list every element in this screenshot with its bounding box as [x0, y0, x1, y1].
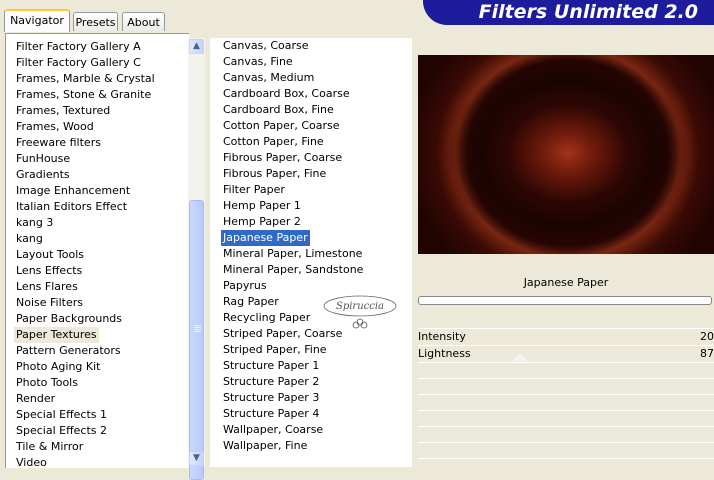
- category-item[interactable]: Gradients: [14, 167, 72, 183]
- param-lightness[interactable]: Lightness 87: [418, 346, 714, 362]
- category-item[interactable]: Special Effects 1: [14, 407, 109, 423]
- category-item[interactable]: Photo Tools: [14, 375, 80, 391]
- filter-item[interactable]: Cardboard Box, Fine: [221, 102, 336, 118]
- filter-item[interactable]: Wallpaper, Fine: [221, 438, 309, 454]
- scrollbar-thumb[interactable]: [189, 200, 204, 480]
- filter-item[interactable]: Papyrus: [221, 278, 269, 294]
- category-item[interactable]: Tile & Mirror: [14, 439, 85, 455]
- filter-item[interactable]: Structure Paper 3: [221, 390, 321, 406]
- progress-bar: [418, 296, 712, 305]
- tab-navigator[interactable]: Navigator: [4, 9, 70, 32]
- filter-item[interactable]: Canvas, Coarse: [221, 38, 311, 54]
- filter-item[interactable]: Fibrous Paper, Coarse: [221, 150, 344, 166]
- filter-item[interactable]: Striped Paper, Fine: [221, 342, 329, 358]
- category-item[interactable]: Image Enhancement: [14, 183, 132, 199]
- category-item[interactable]: Render: [14, 391, 57, 407]
- category-item[interactable]: FunHouse: [14, 151, 72, 167]
- param-label: Intensity: [418, 330, 466, 343]
- watermark-text: Spiruccia: [336, 301, 384, 312]
- category-item[interactable]: Video: [14, 455, 49, 471]
- filter-list[interactable]: Canvas, Coarse Canvas, Fine Canvas, Medium…: [210, 38, 412, 467]
- tab-label: Navigator: [10, 14, 64, 27]
- filter-item[interactable]: Fibrous Paper, Fine: [221, 166, 328, 182]
- category-item[interactable]: Frames, Marble & Crystal: [14, 71, 157, 87]
- category-item[interactable]: Frames, Textured: [14, 103, 112, 119]
- filter-item[interactable]: Cardboard Box, Coarse: [221, 86, 352, 102]
- filter-item[interactable]: Cotton Paper, Fine: [221, 134, 326, 150]
- filter-item[interactable]: Structure Paper 2: [221, 374, 321, 390]
- category-item[interactable]: Frames, Wood: [14, 119, 96, 135]
- tab-label: About: [127, 16, 160, 29]
- chevron-up-icon[interactable]: ▲: [189, 39, 204, 54]
- category-item[interactable]: Paper Backgrounds: [14, 311, 124, 327]
- category-item[interactable]: Lens Effects: [14, 263, 84, 279]
- category-item[interactable]: kang 3: [14, 215, 55, 231]
- category-item[interactable]: kang: [14, 231, 45, 247]
- filter-item[interactable]: Filter Paper: [221, 182, 287, 198]
- filter-item[interactable]: Mineral Paper, Limestone: [221, 246, 364, 262]
- preview-image: [418, 55, 714, 254]
- param-label: Lightness: [418, 347, 471, 360]
- category-item[interactable]: Frames, Stone & Granite: [14, 87, 153, 103]
- filter-item[interactable]: Canvas, Medium: [221, 70, 316, 86]
- slider-pointer-icon[interactable]: [513, 353, 527, 361]
- app-title: Filters Unlimited 2.0: [478, 1, 698, 23]
- param-value: 20: [700, 330, 714, 343]
- filter-item[interactable]: Hemp Paper 2: [221, 214, 303, 230]
- filter-item[interactable]: Hemp Paper 1: [221, 198, 303, 214]
- chevron-down-icon[interactable]: ▼: [189, 451, 204, 466]
- tab-presets[interactable]: Presets: [73, 12, 118, 31]
- category-item[interactable]: Filter Factory Gallery C: [14, 55, 143, 71]
- filter-item[interactable]: Canvas, Fine: [221, 54, 295, 70]
- category-item[interactable]: Layout Tools: [14, 247, 86, 263]
- category-item[interactable]: Pattern Generators: [14, 343, 123, 359]
- filter-item[interactable]: Japanese Paper: [220, 229, 311, 247]
- category-scrollbar[interactable]: ▲ ▼: [188, 38, 205, 480]
- category-item[interactable]: Lens Flares: [14, 279, 80, 295]
- watermark-logo: Spiruccia: [323, 295, 397, 329]
- filter-item[interactable]: Cotton Paper, Coarse: [221, 118, 342, 134]
- filter-item[interactable]: Structure Paper 1: [221, 358, 321, 374]
- filter-item[interactable]: Structure Paper 4: [221, 406, 321, 422]
- category-list[interactable]: Filter Factory Gallery A Filter Factory G…: [5, 33, 189, 471]
- filter-item[interactable]: Rag Paper: [221, 294, 281, 310]
- category-item[interactable]: Noise Filters: [14, 295, 85, 311]
- app-banner: Filters Unlimited 2.0: [423, 0, 714, 25]
- category-item[interactable]: Special Effects 2: [14, 423, 109, 439]
- filter-item[interactable]: Recycling Paper: [221, 310, 312, 326]
- tab-label: Presets: [75, 16, 116, 29]
- category-item[interactable]: Photo Aging Kit: [14, 359, 102, 375]
- tab-about[interactable]: About: [122, 12, 165, 31]
- category-item[interactable]: Italian Editors Effect: [14, 199, 129, 215]
- filter-item[interactable]: Wallpaper, Coarse: [221, 422, 325, 438]
- category-item[interactable]: Freeware filters: [14, 135, 103, 151]
- param-value: 87: [700, 347, 714, 360]
- preview-filter-name: Japanese Paper: [523, 276, 609, 289]
- filter-item[interactable]: Mineral Paper, Sandstone: [221, 262, 365, 278]
- param-intensity[interactable]: Intensity 20: [418, 329, 714, 345]
- category-item[interactable]: Filter Factory Gallery A: [14, 39, 143, 55]
- category-item[interactable]: Paper Textures: [14, 327, 99, 343]
